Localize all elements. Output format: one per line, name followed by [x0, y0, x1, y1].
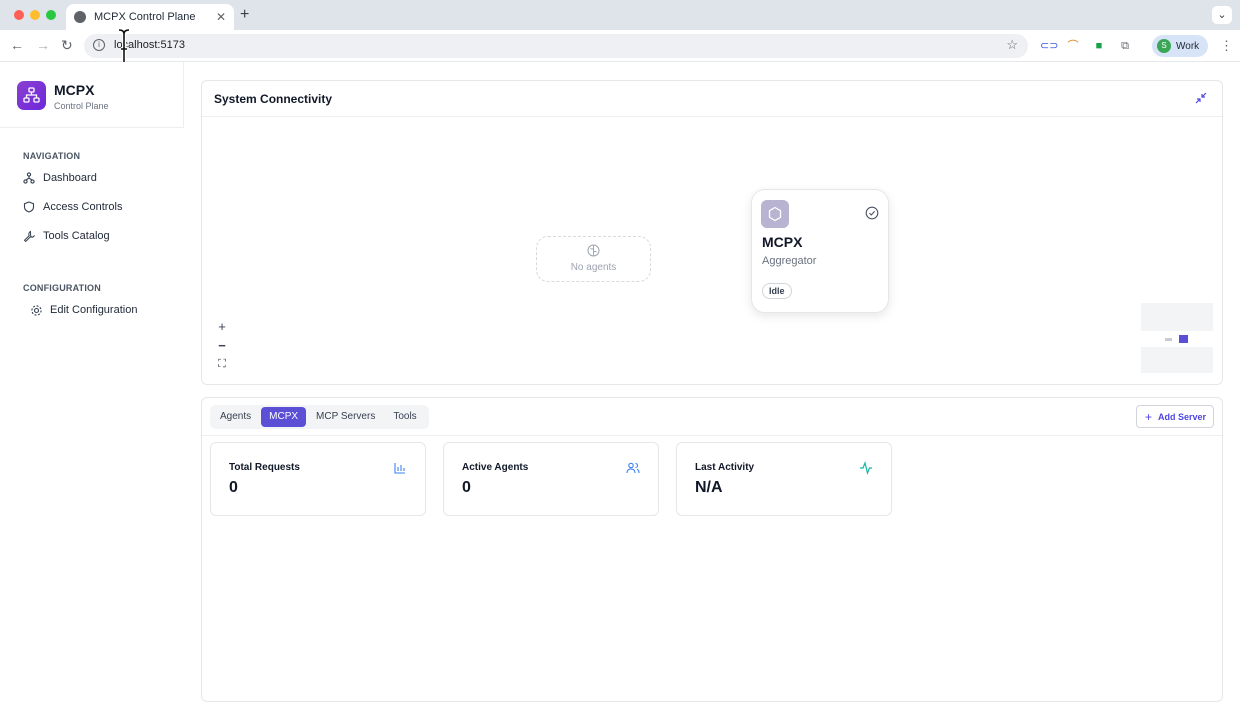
add-server-button[interactable]: + Add Server	[1136, 405, 1214, 428]
sidebar-item-edit-configuration[interactable]: Edit Configuration	[29, 301, 137, 319]
tab-list: Agents MCPX MCP Servers Tools	[210, 405, 429, 429]
stat-card-total-requests: Total Requests 0	[210, 442, 426, 516]
node-name: MCPX	[762, 234, 803, 250]
no-agents-placeholder: No agents	[536, 236, 651, 282]
stat-value: 0	[229, 479, 238, 496]
extension-arc-icon[interactable]: ⌒	[1066, 39, 1080, 53]
close-window-button[interactable]	[14, 10, 24, 20]
shield-icon	[22, 200, 36, 214]
status-badge: Idle	[762, 283, 792, 299]
back-icon[interactable]: ←	[10, 37, 24, 53]
sidebar-item-label: Dashboard	[43, 172, 97, 184]
brand-logo	[17, 81, 46, 110]
brand-name: MCPX	[54, 82, 95, 98]
browser-tab-bar: MCPX Control Plane ✕ + ⌄	[0, 0, 1240, 30]
sidebar: MCPX Control Plane NAVIGATION Dashboard …	[0, 62, 184, 720]
node-role: Aggregator	[762, 255, 817, 267]
sidebar-item-access-controls[interactable]: Access Controls	[22, 198, 122, 216]
stat-label: Last Activity	[695, 462, 755, 473]
minimize-window-button[interactable]	[30, 10, 40, 20]
section-label-configuration: CONFIGURATION	[23, 283, 101, 293]
avatar: S	[1157, 39, 1171, 53]
zoom-out-button[interactable]: −	[216, 338, 228, 353]
minimap[interactable]	[1141, 303, 1213, 373]
extensions-puzzle-icon[interactable]: ⧉	[1118, 39, 1132, 53]
browser-toolbar: ← → ↻ i localhost:5173 ☆ ⊂⊃ ⌒ ■ ⧉ S Work…	[0, 30, 1240, 62]
site-info-icon[interactable]: i	[93, 39, 105, 51]
no-agents-text: No agents	[570, 262, 617, 273]
brain-icon	[587, 244, 600, 257]
panel-header: System Connectivity	[202, 81, 1222, 117]
network-icon	[23, 87, 40, 103]
browser-tab[interactable]: MCPX Control Plane ✕	[66, 4, 234, 30]
stat-label: Total Requests	[229, 462, 300, 473]
brand-header: MCPX Control Plane	[0, 62, 184, 128]
forward-icon[interactable]: →	[36, 37, 50, 53]
check-circle-icon	[865, 206, 879, 220]
new-tab-button[interactable]: +	[240, 6, 249, 24]
activity-icon	[860, 461, 872, 475]
extension-green-icon[interactable]: ■	[1092, 39, 1106, 53]
add-server-label: Add Server	[1158, 411, 1207, 422]
tab-title: MCPX Control Plane	[94, 11, 196, 23]
network-icon	[22, 171, 36, 185]
hexagon-icon	[761, 200, 789, 228]
fit-view-button[interactable]: ⛶	[216, 358, 228, 371]
system-connectivity-panel: System Connectivity No agents MCPX Aggre…	[201, 80, 1223, 385]
wrench-icon	[22, 229, 36, 243]
sidebar-item-dashboard[interactable]: Dashboard	[22, 169, 97, 187]
extension-link-icon[interactable]: ⊂⊃	[1040, 39, 1058, 53]
minimize-icon[interactable]	[1194, 91, 1208, 105]
section-label-navigation: NAVIGATION	[23, 151, 81, 161]
profile-button[interactable]: S Work	[1152, 35, 1208, 57]
profile-label: Work	[1176, 40, 1200, 52]
details-panel: Agents MCPX MCP Servers Tools + Add Serv…	[201, 397, 1223, 702]
bar-chart-icon	[394, 463, 405, 474]
tab-mcp-servers[interactable]: MCP Servers	[308, 407, 383, 427]
mcpx-node[interactable]: MCPX Aggregator Idle	[751, 189, 889, 313]
minimap-viewport	[1141, 331, 1213, 347]
browser-menu-icon[interactable]: ⋮	[1220, 38, 1233, 54]
panel-title: System Connectivity	[214, 92, 333, 106]
bookmark-star-icon[interactable]: ☆	[1006, 37, 1018, 53]
tab-tools[interactable]: Tools	[385, 407, 424, 427]
tabs-row: Agents MCPX MCP Servers Tools + Add Serv…	[202, 398, 1222, 436]
sidebar-item-label: Access Controls	[43, 201, 123, 213]
globe-icon	[74, 11, 86, 23]
brand-subtitle: Control Plane	[54, 101, 109, 111]
maximize-window-button[interactable]	[46, 10, 56, 20]
stat-label: Active Agents	[462, 462, 529, 473]
tab-agents[interactable]: Agents	[212, 407, 259, 427]
sidebar-item-label: Tools Catalog	[43, 230, 110, 242]
tab-mcpx[interactable]: MCPX	[261, 407, 307, 427]
close-tab-icon[interactable]: ✕	[216, 10, 226, 24]
sidebar-item-label: Edit Configuration	[50, 304, 138, 316]
stat-card-last-activity: Last Activity N/A	[676, 442, 892, 516]
stat-card-active-agents: Active Agents 0	[443, 442, 659, 516]
zoom-in-button[interactable]: +	[216, 319, 228, 334]
minimap-node-placeholder	[1165, 338, 1172, 341]
plus-icon: +	[1145, 409, 1153, 424]
stat-value: 0	[462, 479, 471, 496]
tab-search-button[interactable]: ⌄	[1212, 6, 1232, 24]
users-icon	[626, 462, 640, 474]
address-bar[interactable]: i localhost:5173 ☆	[84, 34, 1028, 58]
minimap-node-mcpx	[1179, 335, 1188, 343]
gear-icon	[29, 303, 43, 317]
stat-value: N/A	[695, 479, 723, 496]
sidebar-item-tools-catalog[interactable]: Tools Catalog	[22, 227, 110, 245]
reload-icon[interactable]: ↻	[61, 37, 73, 54]
